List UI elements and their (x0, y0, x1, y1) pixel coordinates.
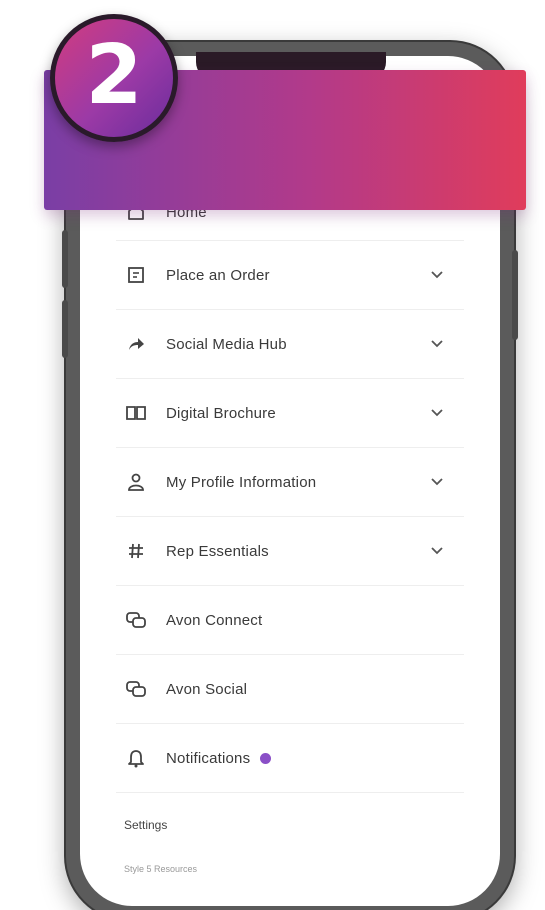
order-deadline: Orders until Oct 31 6:00 PM (124, 138, 279, 152)
step-number: 2 (85, 28, 143, 123)
campaign-info: C12 - 27 days left Orders until Oct 31 6… (124, 116, 444, 152)
menu-item-digital-brochure[interactable]: Digital Brochure (116, 379, 464, 448)
menu-item-rep-essentials[interactable]: Rep Essentials (116, 517, 464, 586)
menu-item-social-media-hub[interactable]: Social Media Hub (116, 310, 464, 379)
menu-item-label: Avon Social (166, 680, 248, 698)
chevron-down-icon[interactable] (430, 268, 444, 282)
app-screen: C12 - 27 days left Orders until Oct 31 6… (90, 60, 490, 910)
phone-volume-button (62, 230, 68, 288)
menu-item-label: Social Media Hub (166, 335, 287, 353)
menu-item-home[interactable]: Home (116, 184, 464, 241)
menu-item-label: Digital Brochure (166, 404, 276, 422)
tutorial-stage: C12 - 27 days left Orders until Oct 31 6… (0, 0, 545, 910)
nav-menu: Home Place an Order Social Media Hub Dig… (116, 184, 464, 793)
campaign-days-left: C12 - 27 days left (124, 116, 222, 130)
chevron-down-icon[interactable] (430, 337, 444, 351)
chat-bubbles-icon (122, 606, 150, 634)
home-icon (122, 198, 150, 226)
phone-volume-button (62, 300, 68, 358)
person-icon (122, 468, 150, 496)
menu-item-label: My Profile Information (166, 473, 317, 491)
share-arrow-icon (122, 330, 150, 358)
menu-item-place-an-order[interactable]: Place an Order (116, 241, 464, 310)
menu-item-my-profile-information[interactable]: My Profile Information (116, 448, 464, 517)
phone-power-button (512, 250, 518, 340)
footer-text: Style 5 Resources (124, 864, 198, 874)
step-badge: 2 (50, 14, 178, 142)
hash-icon (122, 537, 150, 565)
menu-item-label: Place an Order (166, 266, 270, 284)
chevron-down-icon[interactable] (430, 544, 444, 558)
menu-item-label: Avon Connect (166, 611, 263, 629)
chat-bubbles-icon (122, 675, 150, 703)
menu-item-notifications[interactable]: Notifications (116, 724, 464, 793)
settings-link[interactable]: Settings (124, 818, 167, 832)
menu-item-label: Home (166, 203, 207, 221)
notification-badge (260, 752, 272, 764)
chevron-down-icon[interactable] (430, 475, 444, 489)
menu-item-avon-connect[interactable]: Avon Connect (116, 586, 464, 655)
menu-item-label: Rep Essentials (166, 542, 269, 560)
phone-notch (196, 52, 386, 80)
menu-item-avon-social[interactable]: Avon Social (116, 655, 464, 724)
bell-icon (122, 744, 150, 772)
chevron-down-icon[interactable] (430, 406, 444, 420)
menu-item-label: Notifications (166, 749, 251, 767)
open-book-icon (122, 399, 150, 427)
order-form-icon (122, 261, 150, 289)
